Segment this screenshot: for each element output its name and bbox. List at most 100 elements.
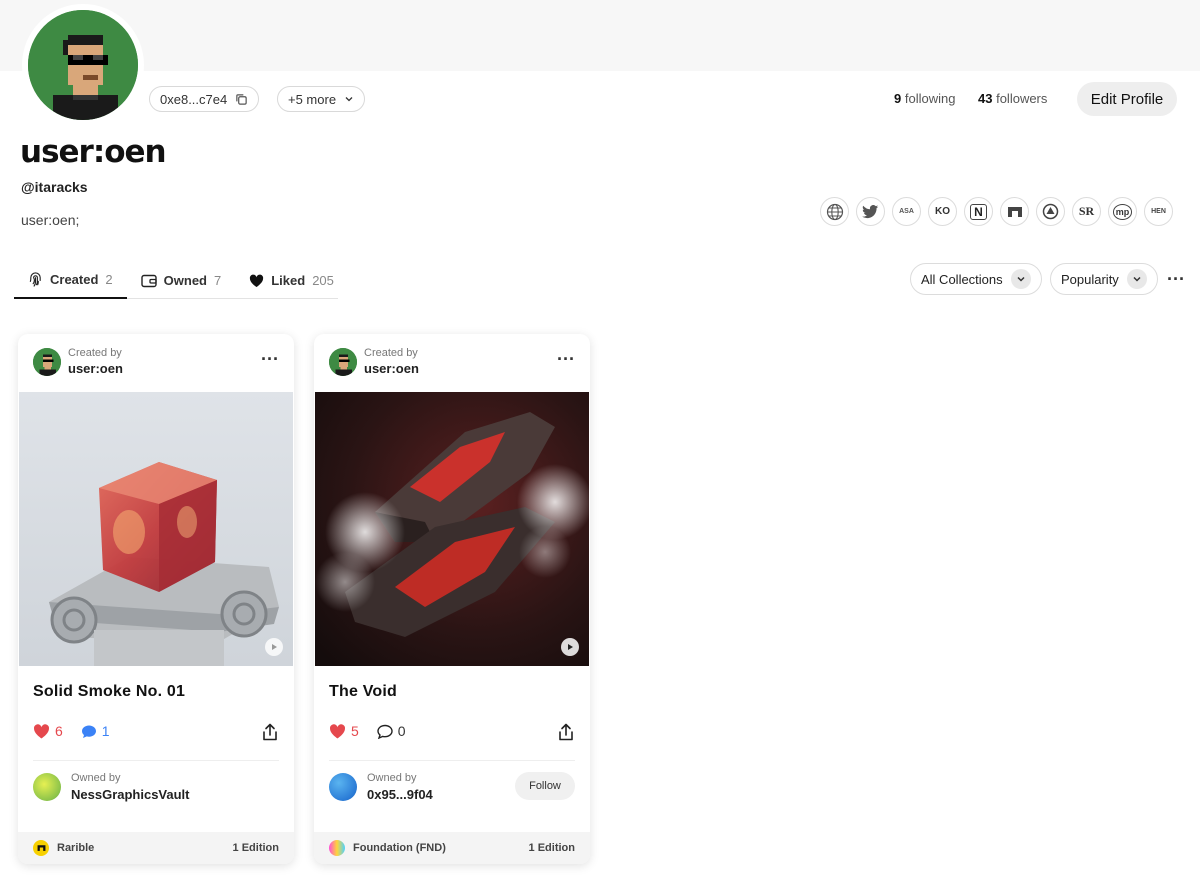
card-divider xyxy=(33,760,279,761)
pixel-punk-avatar xyxy=(28,10,138,120)
tab-created[interactable]: Created 2 xyxy=(14,262,127,299)
card-owner[interactable]: Owned by NessGraphicsVault xyxy=(33,772,190,802)
followers-stat[interactable]: 43 followers xyxy=(978,91,1047,106)
like-button[interactable]: 6 xyxy=(33,723,63,739)
share-icon[interactable] xyxy=(261,723,279,747)
tab-liked-count: 205 xyxy=(312,273,334,288)
owner-name: 0x95...9f04 xyxy=(367,787,433,802)
card-footer: Foundation (FND) 1 Edition xyxy=(314,832,590,864)
tab-liked-label: Liked xyxy=(271,273,306,288)
wallet-address: 0xe8...c7e4 xyxy=(160,91,228,107)
tab-owned-label: Owned xyxy=(163,273,207,288)
comment-button[interactable]: 1 xyxy=(81,723,110,739)
chevron-down-icon xyxy=(1126,269,1147,289)
profile-banner xyxy=(0,0,1200,71)
owned-by-label: Owned by xyxy=(71,772,121,784)
nft-media[interactable] xyxy=(19,392,293,666)
rarible-icon[interactable] xyxy=(1000,197,1029,226)
globe-icon[interactable] xyxy=(820,197,849,226)
tab-created-count: 2 xyxy=(105,272,113,287)
more-options-icon[interactable]: ··· xyxy=(1167,270,1185,288)
async-icon[interactable]: ASA xyxy=(892,197,921,226)
owned-by-label: Owned by xyxy=(367,772,417,784)
owner-name: NessGraphicsVault xyxy=(71,787,190,802)
tab-owned[interactable]: Owned 7 xyxy=(127,262,236,299)
card-more-icon[interactable]: ··· xyxy=(557,350,575,368)
like-count: 6 xyxy=(55,723,63,739)
nft-card[interactable]: Created by user:oen ··· The Void 5 0 Own… xyxy=(314,334,590,864)
profile-avatar[interactable] xyxy=(22,4,144,126)
chevron-down-icon xyxy=(345,97,353,102)
zora-icon[interactable] xyxy=(1036,197,1065,226)
following-stat[interactable]: 9 following xyxy=(894,91,955,106)
nft-title[interactable]: Solid Smoke No. 01 xyxy=(33,683,185,701)
profile-bio: user:oen; xyxy=(21,212,80,228)
nft-title[interactable]: The Void xyxy=(329,683,397,701)
nft-media[interactable] xyxy=(315,392,589,666)
tab-owned-count: 7 xyxy=(214,273,222,288)
profile-tabs: Created 2 Owned 7 Liked 205 xyxy=(14,262,338,299)
created-by-label: Created by xyxy=(68,347,122,359)
wallet-address-pill[interactable]: 0xe8...c7e4 xyxy=(149,86,260,112)
following-label: following xyxy=(904,91,956,106)
card-more-icon[interactable]: ··· xyxy=(261,350,279,368)
superrare-label: SR xyxy=(1078,204,1095,218)
platform-name: Foundation (FND) xyxy=(353,842,446,854)
platform-link[interactable]: Rarible xyxy=(33,840,94,856)
like-count: 5 xyxy=(351,723,359,739)
like-button[interactable]: 5 xyxy=(329,723,359,739)
platform-name: Rarible xyxy=(57,842,95,854)
edition-count: 1 Edition xyxy=(232,842,279,854)
social-links: ASA KO N SR mp HEN xyxy=(820,197,1173,226)
follow-button[interactable]: Follow xyxy=(515,772,575,800)
card-creator[interactable]: Created by user:oen xyxy=(33,347,123,376)
wallet-icon xyxy=(140,274,157,287)
card-divider xyxy=(329,760,575,761)
copy-icon[interactable] xyxy=(235,93,248,106)
sort-dropdown-label: Popularity xyxy=(1061,271,1119,287)
hen-icon[interactable]: HEN xyxy=(1144,197,1173,226)
comment-count: 0 xyxy=(397,723,406,739)
tab-created-label: Created xyxy=(50,272,99,287)
creator-name: user:oen xyxy=(364,361,419,376)
card-reactions: 5 0 xyxy=(329,723,406,739)
superrare-icon[interactable]: SR xyxy=(1072,197,1101,226)
async-label: ASA xyxy=(899,208,914,215)
tab-liked[interactable]: Liked 205 xyxy=(235,262,348,299)
makersplace-icon[interactable]: mp xyxy=(1108,197,1137,226)
owner-avatar xyxy=(33,773,61,801)
card-owner[interactable]: Owned by 0x95...9f04 xyxy=(329,772,433,802)
owner-avatar xyxy=(329,773,357,801)
share-icon[interactable] xyxy=(557,723,575,747)
fingerprint-icon xyxy=(29,272,41,287)
card-creator[interactable]: Created by user:oen xyxy=(329,347,419,376)
creator-name: user:oen xyxy=(68,361,123,376)
play-icon[interactable] xyxy=(561,638,579,656)
heart-icon xyxy=(329,723,346,738)
more-addresses-button[interactable]: +5 more xyxy=(277,86,366,112)
nft-card[interactable]: Created by user:oen ··· Solid Smoke No. … xyxy=(18,334,294,864)
followers-count: 43 xyxy=(978,91,993,106)
creator-avatar xyxy=(33,347,61,376)
foundation-icon xyxy=(329,840,345,856)
twitter-icon[interactable] xyxy=(856,197,885,226)
play-icon[interactable] xyxy=(265,638,283,656)
following-count: 9 xyxy=(894,91,902,106)
known-origin-icon[interactable]: KO xyxy=(928,197,957,226)
more-addresses-label: +5 more xyxy=(288,91,337,107)
collections-dropdown-label: All Collections xyxy=(921,271,1003,287)
platform-link[interactable]: Foundation (FND) xyxy=(329,840,446,856)
heart-icon xyxy=(33,723,50,738)
nft-artwork-image xyxy=(315,392,589,666)
profile-handle: @itaracks xyxy=(21,179,88,195)
comment-button[interactable]: 0 xyxy=(377,723,406,739)
sort-dropdown[interactable]: Popularity xyxy=(1050,263,1158,295)
edition-count: 1 Edition xyxy=(528,842,575,854)
card-footer: Rarible 1 Edition xyxy=(18,832,294,864)
hen-label: HEN xyxy=(1151,208,1166,215)
creator-avatar xyxy=(329,347,357,376)
card-reactions: 6 1 xyxy=(33,723,110,739)
edit-profile-button[interactable]: Edit Profile xyxy=(1077,82,1177,116)
collections-dropdown[interactable]: All Collections xyxy=(910,263,1042,295)
notion-icon[interactable]: N xyxy=(964,197,993,226)
